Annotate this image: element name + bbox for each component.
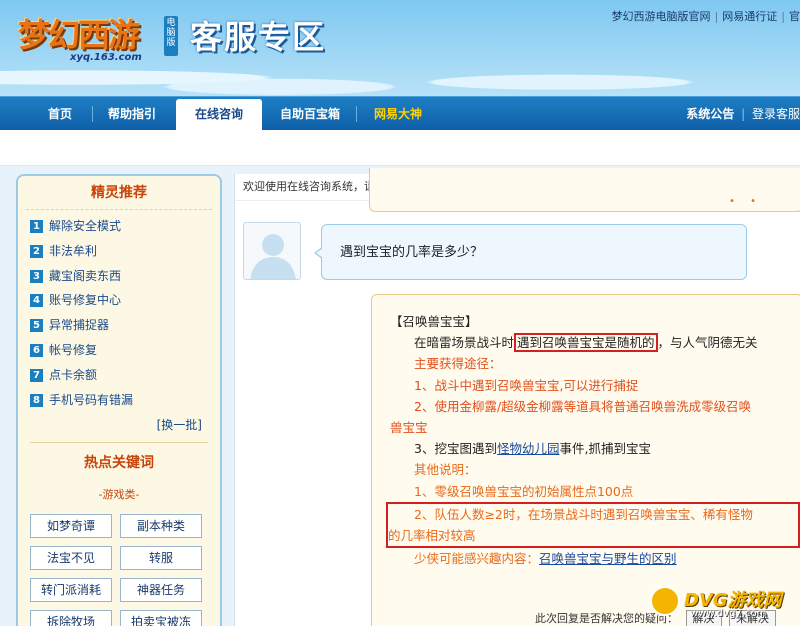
sub-bar bbox=[0, 130, 800, 166]
top-links: 梦幻西游电脑版官网 | 网易通行证 | 官 bbox=[611, 10, 800, 23]
system-announcement-link[interactable]: 系统公告 bbox=[686, 107, 734, 121]
recommend-title: 精灵推荐 bbox=[26, 176, 212, 210]
list-item[interactable]: 3 藏宝阁卖东西 bbox=[30, 264, 220, 289]
keyword-button[interactable]: 拍卖宝被冻 bbox=[120, 610, 202, 626]
header-banner: 梦幻西游 电脑版 xyq.163.com 客服专区 梦幻西游电脑版官网 | 网易通行… bbox=[0, 0, 800, 96]
monster-kindergarten-link[interactable]: 怪物幼儿园 bbox=[497, 441, 560, 456]
answer-title: 【召唤兽宝宝】 bbox=[390, 314, 478, 329]
logo-url: xyq.163.com bbox=[70, 52, 142, 63]
answer-line: 兽宝宝 bbox=[390, 420, 428, 436]
logo-text: 梦幻西游 bbox=[18, 16, 140, 54]
keyword-button[interactable]: 拆除牧场 bbox=[30, 610, 112, 626]
official-truncated-link[interactable]: 官 bbox=[789, 10, 800, 23]
highlight-box: 遇到召唤兽宝宝是随机的 bbox=[514, 333, 658, 353]
user-avatar bbox=[243, 222, 301, 280]
keyword-button[interactable]: 法宝不见 bbox=[30, 546, 112, 570]
answer-line: 1、战斗中遇到召唤兽宝宝,可以进行捕捉 bbox=[414, 377, 639, 393]
hot-keywords-title: 热点关键词 bbox=[84, 455, 154, 471]
answer-line: 少侠可能感兴趣内容：召唤兽宝宝与野生的区别 bbox=[414, 551, 677, 567]
question-text: 遇到宝宝的几率是多少？ bbox=[340, 245, 484, 260]
bubble-tail-dots: • • bbox=[729, 196, 762, 207]
list-item[interactable]: 1 解除安全模式 bbox=[30, 214, 220, 239]
chat-panel: 欢迎使用在线咨询系统，请您在下方输入提问内容。 • • 遇到宝宝的几率是多少？ … bbox=[234, 168, 800, 626]
avatar-icon bbox=[250, 234, 296, 279]
list-item[interactable]: 6 帐号修复 bbox=[30, 338, 220, 363]
list-item[interactable]: 7 点卡余额 bbox=[30, 363, 220, 388]
answer-line: 的几率相对较高 bbox=[388, 528, 476, 544]
answer-line: 其他说明： bbox=[414, 462, 477, 478]
watermark-robot-icon bbox=[650, 586, 680, 616]
list-item[interactable]: 5 异常捕捉器 bbox=[30, 313, 220, 338]
list-item[interactable]: 8 手机号码有错漏 bbox=[30, 388, 220, 413]
sidebar: 精灵推荐 1 解除安全模式 2 非法牟利 3 藏宝阁卖东西 4 账号修复中心 5 异常捕捉… bbox=[16, 174, 222, 626]
passport-link[interactable]: 网易通行证 bbox=[722, 10, 777, 23]
question-bubble: 遇到宝宝的几率是多少？ bbox=[314, 224, 747, 280]
keyword-button[interactable]: 副本种类 bbox=[120, 514, 202, 538]
nav-right-links: 系统公告 | 登录客服 bbox=[686, 107, 800, 121]
related-content-link[interactable]: 召唤兽宝宝与野生的区别 bbox=[539, 551, 677, 566]
answer-line: 1、零级召唤兽宝宝的初始属性点100点 bbox=[414, 483, 634, 499]
sidebar-divider bbox=[30, 442, 208, 443]
hot-category-label: -游戏类- bbox=[98, 488, 140, 501]
watermark-url: www.dvg7.com bbox=[690, 608, 767, 619]
answer-bubble: 【召唤兽宝宝】 在暗雷场景战斗时 遇到召唤兽宝宝是随机的 ，与人气阴德无关 主要获得… bbox=[371, 294, 800, 626]
nav-home[interactable]: 首页 bbox=[30, 97, 90, 131]
site-watermark: DVG游戏网 www.dvg7.com bbox=[650, 582, 798, 624]
keyword-button[interactable]: 如梦奇谭 bbox=[30, 514, 112, 538]
game-logo[interactable]: 梦幻西游 电脑版 xyq.163.com bbox=[18, 6, 180, 64]
nav-help[interactable]: 帮助指引 bbox=[96, 97, 168, 131]
previous-answer-bubble: • • bbox=[369, 168, 800, 212]
nav-online-consult[interactable]: 在线咨询 bbox=[176, 99, 262, 131]
nav-netease-dashen[interactable]: 网易大神 bbox=[360, 97, 436, 131]
keyword-button[interactable]: 转门派消耗 bbox=[30, 578, 112, 602]
answer-line: 3、挖宝图遇到怪物幼儿园事件,抓捕到宝宝 bbox=[414, 441, 651, 457]
official-site-link[interactable]: 梦幻西游电脑版官网 bbox=[612, 10, 711, 23]
list-item[interactable]: 2 非法牟利 bbox=[30, 239, 220, 264]
page-title: 客服专区 bbox=[190, 18, 327, 56]
logo-badge: 电脑版 bbox=[164, 16, 178, 56]
list-item[interactable]: 4 账号修复中心 bbox=[30, 288, 220, 313]
answer-line: 2、使用金柳露/超级金柳露等道具将普通召唤兽洗成零级召唤 bbox=[414, 398, 752, 414]
keyword-button[interactable]: 神器任务 bbox=[120, 578, 202, 602]
recommend-list: 1 解除安全模式 2 非法牟利 3 藏宝阁卖东西 4 账号修复中心 5 异常捕捉器 6 帐号… bbox=[18, 210, 220, 412]
refresh-batch-link[interactable]: [换一批] bbox=[157, 416, 202, 433]
answer-line: 2、队伍人数≥2时，在场景战斗时遇到召唤兽宝宝、稀有怪物 bbox=[414, 506, 753, 522]
nav-self-service[interactable]: 自助百宝箱 bbox=[268, 97, 352, 131]
login-service-link[interactable]: 登录客服 bbox=[752, 107, 800, 121]
main-nav: 首页 帮助指引 在线咨询 自助百宝箱 网易大神 系统公告 | 登录客服 bbox=[0, 96, 800, 131]
answer-line: 主要获得途径： bbox=[414, 356, 502, 372]
keyword-button[interactable]: 转服 bbox=[120, 546, 202, 570]
answer-line: 在暗雷场景战斗时 遇到召唤兽宝宝是随机的 ，与人气阴德无关 bbox=[414, 333, 758, 353]
highlight-box: 2、队伍人数≥2时，在场景战斗时遇到召唤兽宝宝、稀有怪物 的几率相对较高 bbox=[386, 501, 800, 549]
